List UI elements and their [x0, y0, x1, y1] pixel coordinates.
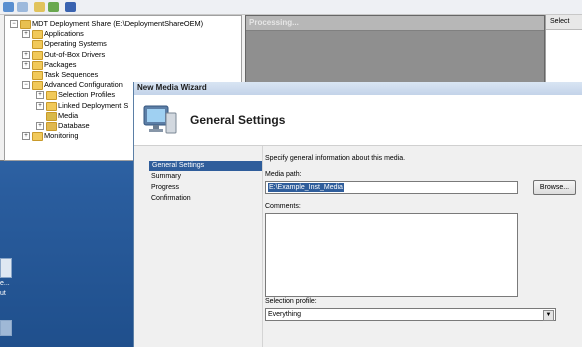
tree-node-label: Applications — [44, 29, 84, 39]
desktop-shortcut-label: e... — [0, 280, 10, 287]
expand-icon[interactable]: + — [22, 132, 30, 141]
tree-node-label: Selection Profiles — [58, 90, 116, 100]
browse-button[interactable]: Browse... — [533, 180, 576, 195]
media-path-label: Media path: — [265, 171, 302, 178]
help-icon[interactable] — [65, 2, 76, 12]
up-folder-icon[interactable] — [34, 2, 45, 12]
folder-icon — [46, 101, 57, 111]
wizard-heading: General Settings — [190, 113, 286, 127]
media-path-input[interactable]: E:\Example_Inst_Media — [265, 181, 518, 194]
forward-arrow-icon[interactable] — [17, 2, 28, 12]
tree-node-label: MDT Deployment Share (E:\DeploymentShare… — [32, 19, 204, 28]
new-media-wizard: New Media Wizard General Settings Genera… — [133, 82, 582, 347]
desktop-shortcut-icon-2[interactable] — [0, 320, 12, 336]
desktop-shortcut-icon[interactable] — [0, 258, 12, 278]
wizard-header-banner: General Settings — [134, 95, 582, 146]
expand-icon[interactable]: + — [22, 50, 30, 59]
collapse-icon[interactable]: − — [10, 20, 18, 28]
collapse-icon[interactable]: − — [22, 81, 30, 90]
tree-node-label: Packages — [44, 59, 77, 69]
computer-icon — [143, 105, 177, 134]
expand-icon[interactable]: + — [36, 91, 44, 100]
export-list-icon[interactable] — [48, 2, 59, 12]
media-icon — [46, 111, 57, 121]
media-path-value: E:\Example_Inst_Media — [268, 183, 344, 192]
folder-icon — [32, 40, 43, 50]
folder-icon — [46, 91, 57, 101]
folder-icon — [32, 132, 43, 142]
wizard-steps-nav: General Settings Summary Progress Confir… — [134, 146, 263, 347]
expand-icon[interactable]: + — [22, 60, 30, 69]
wizard-content: Specify general information about this m… — [262, 146, 582, 347]
nav-step-general-settings[interactable]: General Settings — [149, 161, 263, 171]
actions-pane-header: Select — [546, 15, 582, 30]
tree-node-label: Linked Deployment S — [58, 100, 129, 110]
folder-icon — [32, 81, 43, 91]
processing-status: Processing... — [249, 18, 299, 27]
database-icon — [46, 122, 57, 131]
toolbar — [0, 0, 582, 15]
nav-step-confirmation[interactable]: Confirmation — [148, 194, 194, 204]
selection-profile-label: Selection profile: — [265, 298, 317, 305]
tree-node-label: Task Sequences — [44, 70, 99, 79]
folder-icon — [32, 50, 43, 60]
folder-icon — [32, 71, 43, 80]
tree-node-label: Advanced Configuration — [44, 80, 123, 90]
nav-step-progress[interactable]: Progress — [148, 183, 182, 193]
selection-profile-value: Everything — [268, 311, 302, 318]
comments-label: Comments: — [265, 203, 301, 210]
wizard-title-bar[interactable]: New Media Wizard — [134, 82, 582, 96]
tree-node-label: Media — [58, 110, 79, 120]
actions-pane-title: Select — [550, 18, 570, 25]
tree-node-label: Monitoring — [44, 131, 79, 141]
desktop-shortcut-label-2: ut — [0, 290, 6, 297]
folder-icon — [32, 60, 43, 70]
folder-icon — [32, 30, 43, 40]
selection-profile-dropdown[interactable]: Everything ▼ — [265, 308, 556, 321]
tree-node-label: Database — [58, 121, 90, 130]
expand-icon[interactable]: + — [22, 30, 30, 39]
back-arrow-icon[interactable] — [3, 2, 14, 12]
description-text: Specify general information about this m… — [265, 155, 406, 162]
tree-node-label: Operating Systems — [44, 39, 107, 49]
deployment-share-icon — [20, 20, 31, 29]
results-pane-header: Processing... — [246, 16, 544, 31]
chevron-down-icon[interactable]: ▼ — [543, 310, 554, 321]
expand-icon[interactable]: + — [36, 101, 44, 110]
comments-textarea[interactable] — [265, 213, 518, 297]
tree-node-label: Out-of-Box Drivers — [44, 49, 106, 59]
expand-icon[interactable]: + — [36, 122, 44, 130]
wizard-title: New Media Wizard — [137, 83, 207, 92]
nav-step-summary[interactable]: Summary — [148, 172, 184, 182]
